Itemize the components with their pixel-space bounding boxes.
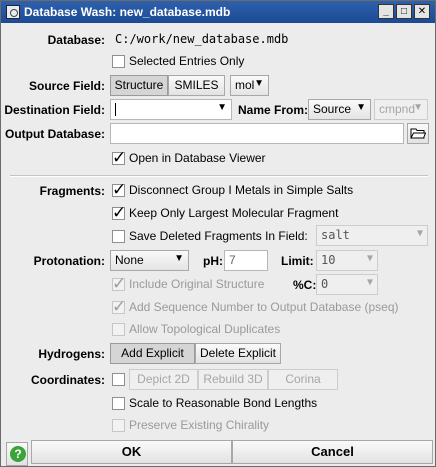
destination-field-input[interactable]: ▼ [110,99,232,120]
allow-duplicates-checkbox[interactable] [112,323,125,336]
keep-largest-label: Keep Only Largest Molecular Fragment [129,206,339,220]
depict-2d-button[interactable]: Depict 2D [129,369,198,390]
compound-field-value: cmpnd [379,102,416,116]
destination-field-label: Destination Field: [4,103,105,117]
rebuild-3d-button[interactable]: Rebuild 3D [198,369,268,390]
app-icon [6,5,20,19]
source-structure-button[interactable]: Structure [110,75,168,96]
chevron-down-icon: ▼ [413,102,423,113]
source-field-label: Source Field: [28,79,105,93]
database-path: C:/work/new_database.mdb [110,29,428,50]
save-field-select[interactable]: salt ▼ [316,225,428,246]
limit-value: 10 [321,253,336,267]
output-database-label: Output Database: [4,127,105,141]
limit-select[interactable]: 10 ▼ [316,250,378,271]
corina-button[interactable]: Corina [268,369,338,390]
hydrogens-label: Hydrogens: [38,347,105,361]
fragments-label: Fragments: [39,184,105,198]
save-field-value: salt [321,228,350,242]
format-select[interactable]: mol ▼ [230,75,269,96]
chevron-down-icon: ▼ [366,277,373,288]
percent-c-label: %C: [293,278,317,292]
scale-bonds-checkbox[interactable] [112,397,125,410]
help-icon: ? [10,446,26,462]
include-original-label: Include Original Structure [129,277,265,291]
format-value: mol [235,78,255,92]
preserve-chirality-checkbox[interactable] [112,419,125,432]
add-sequence-checkbox[interactable] [112,297,126,317]
name-from-value: Source [313,102,352,116]
disconnect-metals-label: Disconnect Group I Metals in Simple Salt… [129,183,354,197]
section-divider [10,175,428,177]
text-cursor [115,103,116,117]
close-icon[interactable]: ✕ [414,4,430,19]
chevron-down-icon: ▼ [254,78,264,89]
open-viewer-checkbox[interactable] [112,148,126,168]
keep-largest-checkbox[interactable] [112,203,126,223]
add-explicit-button[interactable]: Add Explicit [110,343,195,364]
help-button[interactable]: ? [6,442,28,466]
maximize-icon[interactable]: □ [396,4,412,19]
add-sequence-label: Add Sequence Number to Output Database (… [129,300,399,314]
disconnect-metals-checkbox[interactable] [112,180,126,200]
window-title: Database Wash: new_database.mdb [24,5,231,19]
ph-label: pH: [203,254,223,268]
chevron-down-icon: ▼ [356,102,366,113]
name-from-select[interactable]: Source ▼ [308,99,371,120]
ph-input[interactable]: 7 [224,250,268,271]
selected-entries-checkbox[interactable] [112,55,125,68]
compound-field-select[interactable]: cmpnd ▼ [374,99,428,120]
protonation-label: Protonation: [33,254,105,268]
scale-bonds-label: Scale to Reasonable Bond Lengths [129,396,318,410]
protonation-select[interactable]: None ▼ [110,250,189,271]
limit-label: Limit: [281,254,314,268]
source-smiles-button[interactable]: SMILES [168,75,225,96]
folder-icon [410,128,427,139]
database-wash-dialog: Database Wash: new_database.mdb _ □ ✕ Da… [0,0,436,467]
ok-button[interactable]: OK [31,440,232,464]
save-deleted-label: Save Deleted Fragments In Field: [129,229,308,243]
percent-c-select[interactable]: 0 ▼ [316,274,378,295]
delete-explicit-button[interactable]: Delete Explicit [195,343,281,364]
protonation-value: None [115,253,144,267]
minimize-icon[interactable]: _ [378,4,394,19]
chevron-down-icon: ▼ [217,102,227,113]
output-database-input[interactable] [110,123,404,144]
name-from-label: Name From: [238,103,309,117]
save-deleted-checkbox[interactable] [112,230,125,243]
open-viewer-label: Open in Database Viewer [129,151,266,165]
preserve-chirality-label: Preserve Existing Chirality [129,418,270,432]
chevron-down-icon: ▼ [416,228,423,239]
percent-c-value: 0 [321,277,329,291]
title-bar[interactable]: Database Wash: new_database.mdb _ □ ✕ [1,1,435,23]
dialog-footer: ? OK Cancel [1,440,435,466]
include-original-checkbox[interactable] [112,274,126,294]
chevron-down-icon: ▼ [174,253,184,264]
cancel-button[interactable]: Cancel [232,440,433,464]
allow-duplicates-label: Allow Topological Duplicates [129,322,281,336]
coordinates-checkbox[interactable] [112,373,125,386]
chevron-down-icon: ▼ [366,253,373,264]
coordinates-label: Coordinates: [30,373,105,387]
selected-entries-label: Selected Entries Only [129,54,245,68]
browse-folder-button[interactable] [407,123,429,144]
database-label: Database: [47,33,105,47]
